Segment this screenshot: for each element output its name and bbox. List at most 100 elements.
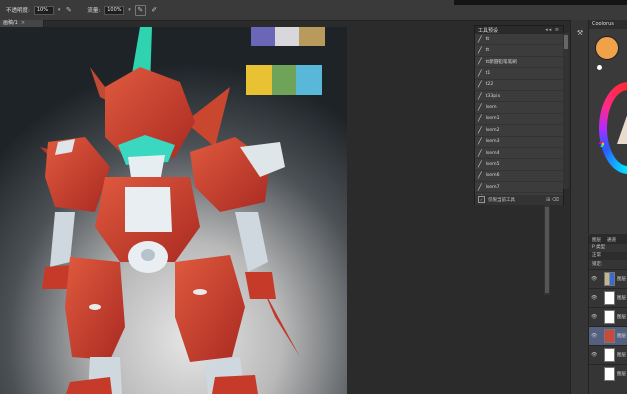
new-delete-preset-icon[interactable]: ⊞ ⌫: [546, 197, 559, 203]
current-tool-only-label: 仅限当前工具: [488, 197, 515, 203]
preset-name: lsem: [485, 105, 497, 111]
flow-field[interactable]: 100%: [104, 5, 125, 15]
visibility-eye-icon[interactable]: 👁: [591, 333, 597, 339]
list-item[interactable]: ╱ t22: [475, 80, 563, 91]
list-item[interactable]: ╱ tt: [475, 34, 563, 46]
tool-presets-title: 工具预设: [478, 27, 499, 34]
tab-layers[interactable]: 图层: [592, 237, 601, 243]
layer-thumbnail: [604, 291, 615, 305]
brush-icon: ╱: [478, 69, 482, 77]
layer-name: 图层: [617, 334, 626, 339]
visibility-eye-icon[interactable]: 👁: [591, 295, 597, 301]
brush-icon: ╱: [478, 126, 482, 134]
color-mode-icon[interactable]: [599, 142, 604, 147]
preset-list: ╱ tt ╱ tt ╱ tt新圆铅笔笔刷 ╱ t1 ╱ t22 ╱ t33pix ╱ lsem…: [475, 34, 563, 205]
visibility-eye-icon[interactable]: 👁: [591, 314, 597, 320]
brush-icon: ╱: [478, 92, 482, 100]
layers-tabs: 图层 通道: [589, 236, 627, 244]
pressure-opacity-icon[interactable]: ✎: [64, 6, 73, 15]
list-item[interactable]: ╱ lsem: [475, 102, 563, 114]
palette-chip-cyan: [296, 65, 322, 95]
layer-thumbnail: [604, 329, 615, 343]
preset-name: tt: [485, 48, 490, 54]
layer-row[interactable]: 👁 图层: [589, 307, 627, 326]
preset-name: lsem3: [485, 139, 500, 145]
brush-icon: ╱: [478, 104, 482, 112]
list-item[interactable]: ╱ tt新圆铅笔笔刷: [475, 57, 563, 69]
lock-label: 锁定:: [592, 262, 603, 267]
list-item[interactable]: ╱ lsem5: [475, 159, 563, 171]
layer-row-selected[interactable]: 👁 图层: [589, 326, 627, 345]
tool-presets-footer: ✓ 仅限当前工具 ⊞ ⌫: [475, 195, 563, 204]
preset-name: lsem5: [485, 161, 500, 167]
close-icon[interactable]: ×: [21, 20, 25, 26]
list-item[interactable]: ╱ lsem2: [475, 125, 563, 137]
brush-icon: ╱: [478, 47, 482, 55]
list-item[interactable]: ╱ t33pix: [475, 91, 563, 103]
opacity-label: 不透明度:: [6, 8, 30, 14]
color-wheel[interactable]: [599, 82, 627, 174]
presets-scrollbar[interactable]: [563, 33, 569, 189]
preset-name: tt新圆铅笔笔刷: [485, 59, 517, 65]
layer-row[interactable]: 👁 图层: [589, 345, 627, 364]
pressure-size-icon[interactable]: ✐: [150, 6, 159, 15]
layer-row[interactable]: 图层: [589, 364, 627, 383]
top-dark-strip: [454, 0, 627, 5]
brush-icon: ╱: [478, 138, 482, 146]
document-tab[interactable]: 画稿/1 ×: [0, 20, 44, 27]
palette-chip-green: [272, 65, 296, 95]
layer-kind-filter[interactable]: P 类型: [589, 244, 627, 252]
list-item[interactable]: ╱ lsem3: [475, 137, 563, 148]
layer-thumbnail: [604, 348, 615, 362]
airbrush-icon[interactable]: ✎: [134, 4, 146, 16]
flow-dropdown-icon[interactable]: ▾: [128, 7, 131, 13]
scroll-thumb[interactable]: [545, 207, 549, 293]
preset-name: lsem1: [485, 116, 500, 122]
preset-name: lsem6: [485, 173, 500, 179]
color-triangle[interactable]: [617, 104, 627, 144]
current-color-swatch[interactable]: [595, 36, 619, 60]
palette-chip-white: [275, 27, 299, 46]
layer-name: 图层: [617, 315, 626, 320]
canvas-scrollbar[interactable]: [544, 205, 550, 295]
list-item[interactable]: ╱ t1: [475, 68, 563, 80]
list-item[interactable]: ╱ lsem6: [475, 171, 563, 183]
brush-icon: ╱: [478, 160, 482, 168]
layer-name: 图层: [617, 277, 626, 282]
opacity-field[interactable]: 10%: [33, 5, 54, 15]
brush-icon: ╱: [478, 81, 482, 89]
brush-icon: ╱: [478, 58, 482, 66]
canvas[interactable]: [0, 27, 347, 394]
list-item[interactable]: ╱ tt: [475, 45, 563, 57]
brush-icon: ╱: [478, 35, 482, 43]
tool-presets-icon[interactable]: ⚒: [575, 28, 585, 38]
visibility-eye-icon[interactable]: 👁: [591, 276, 597, 282]
list-item[interactable]: ╱ lsem1: [475, 114, 563, 126]
tool-presets-header: 工具预设 ◂◂ ≡: [475, 26, 563, 34]
opacity-dropdown-icon[interactable]: ▾: [58, 7, 61, 13]
panel-menu-icon[interactable]: ◂◂ ≡: [545, 27, 560, 33]
layer-row[interactable]: 👁 图层: [589, 269, 627, 288]
preset-name: lsem4: [485, 150, 500, 156]
scroll-thumb[interactable]: [564, 35, 568, 49]
layer-thumbnail: [604, 310, 615, 324]
layers-panel: 图层 通道 P 类型 正常 锁定: 👁 图层 👁 图层 👁 图层 👁 图层 👁 …: [588, 236, 627, 394]
preset-name: t1: [485, 70, 491, 76]
palette-chip-tan: [299, 27, 325, 46]
preset-name: lsem7: [485, 184, 500, 190]
panel-icon-strip: ⚒: [570, 20, 589, 394]
palette-chip-purple: [251, 27, 275, 46]
palette-chip-yellow: [246, 65, 272, 95]
list-item[interactable]: ╱ lsem4: [475, 148, 563, 160]
document-tab-label: 画稿/1: [3, 20, 18, 26]
current-tool-only-checkbox[interactable]: ✓: [478, 196, 485, 203]
color-panel-title: Coolorus: [589, 20, 627, 29]
white-dot-icon[interactable]: [597, 65, 602, 70]
list-item[interactable]: ╱ lsem7: [475, 182, 563, 194]
tab-channels[interactable]: 通道: [607, 237, 616, 243]
blend-mode-select[interactable]: 正常: [589, 252, 627, 260]
visibility-eye-icon[interactable]: 👁: [591, 352, 597, 358]
layer-thumbnail: [604, 367, 615, 381]
brush-icon: ╱: [478, 183, 482, 191]
layer-row[interactable]: 👁 图层: [589, 288, 627, 307]
